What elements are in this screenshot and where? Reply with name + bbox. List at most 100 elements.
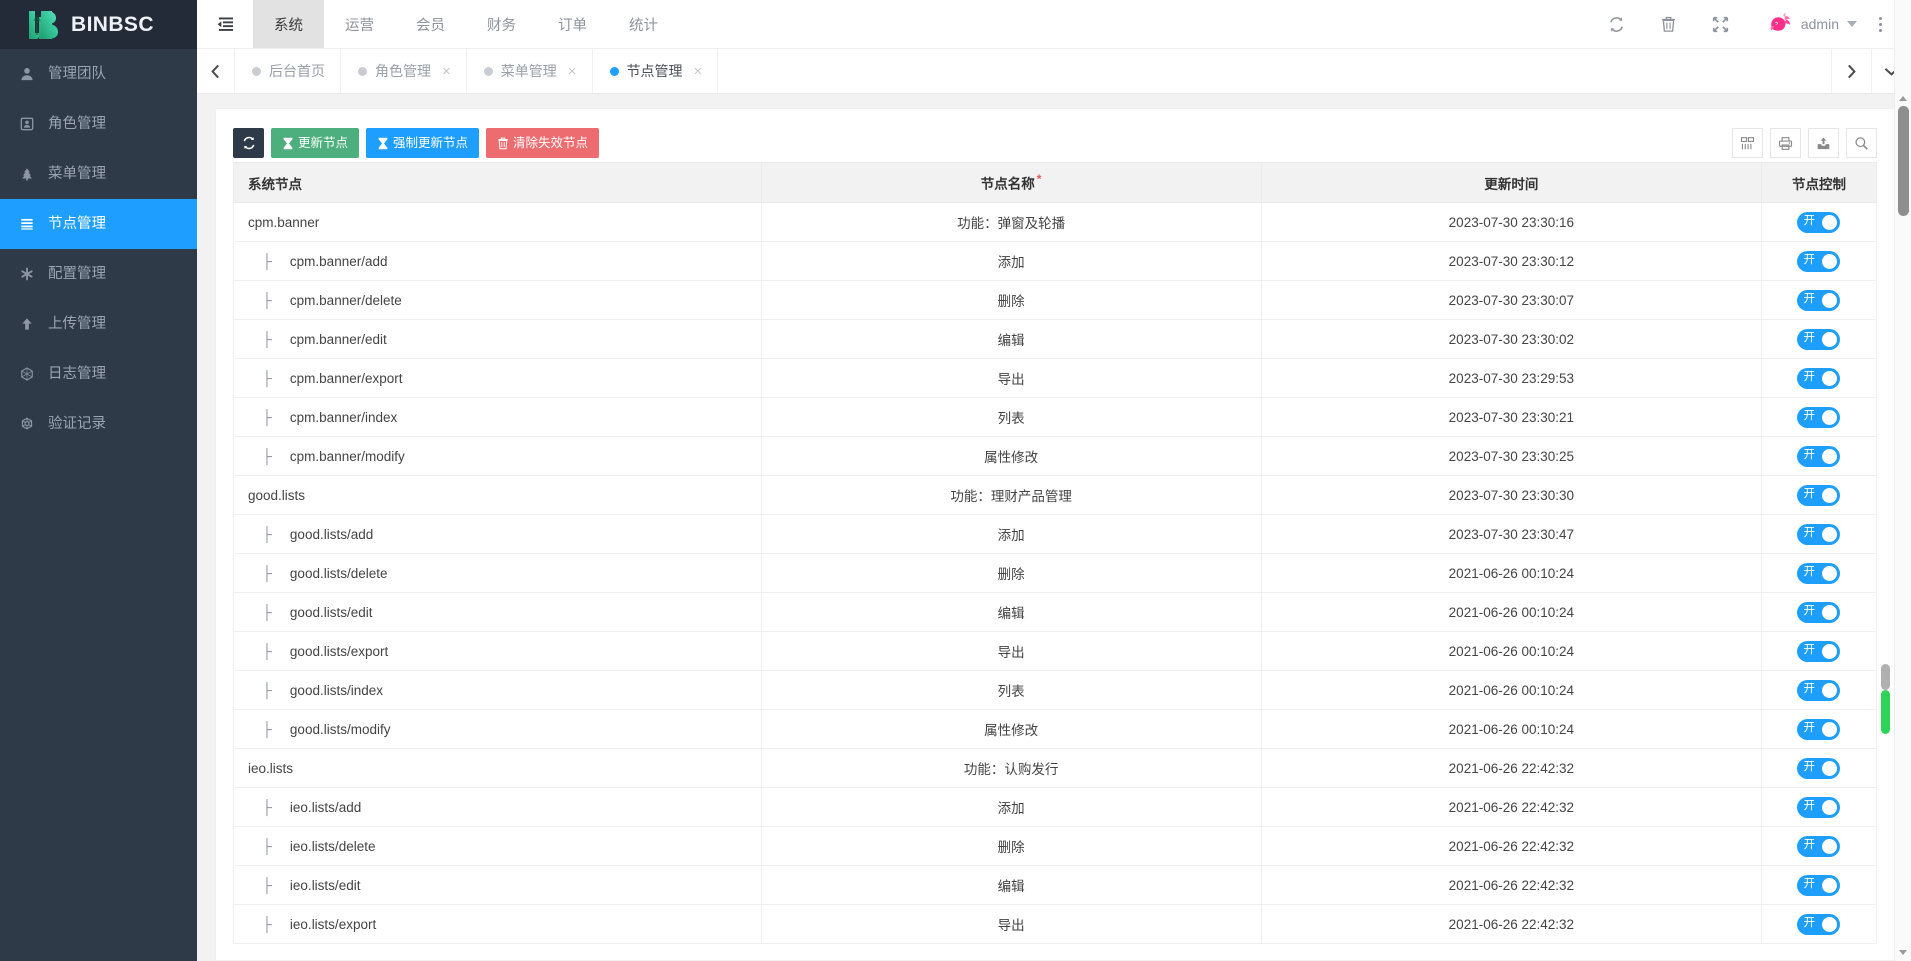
table-row[interactable]: ├cpm.banner/export导出2023-07-30 23:29:53开: [234, 359, 1877, 398]
column-header-time[interactable]: 更新时间: [1261, 163, 1761, 203]
sidebar-item-log-manage[interactable]: 日志管理: [0, 349, 197, 399]
table-scrollbar[interactable]: [1881, 204, 1891, 961]
menu-collapse-icon[interactable]: [197, 0, 253, 48]
node-toggle-switch[interactable]: 开: [1797, 914, 1840, 935]
node-toggle-switch[interactable]: 开: [1797, 719, 1840, 740]
tab-status-dot: [610, 67, 619, 76]
table-row[interactable]: cpm.banner功能：弹窗及轮播2023-07-30 23:30:16开: [234, 203, 1877, 242]
node-toggle-switch[interactable]: 开: [1797, 290, 1840, 311]
content-area: 更新节点 强制更新节点: [197, 94, 1911, 961]
sidebar-item-manage-team[interactable]: 管理团队: [0, 49, 197, 99]
node-toggle-switch[interactable]: 开: [1797, 758, 1840, 779]
sidebar: BINBSC 管理团队 角色管理 菜单管理: [0, 0, 197, 961]
search-icon[interactable]: [1846, 128, 1877, 158]
tab-scroll-left-icon[interactable]: [197, 49, 235, 93]
cell-update-time: 2023-07-30 23:30:12: [1261, 242, 1761, 281]
column-header-name[interactable]: 节点名称*: [761, 163, 1261, 203]
sidebar-item-config-manage[interactable]: 配置管理: [0, 249, 197, 299]
sidebar-item-upload-manage[interactable]: 上传管理: [0, 299, 197, 349]
node-toggle-switch[interactable]: 开: [1797, 563, 1840, 584]
scroll-up-arrow-icon[interactable]: [1899, 96, 1907, 101]
table-row[interactable]: ├cpm.banner/add添加2023-07-30 23:30:12开: [234, 242, 1877, 281]
table-row[interactable]: ├good.lists/export导出2021-06-26 00:10:24开: [234, 632, 1877, 671]
node-toggle-switch[interactable]: 开: [1797, 212, 1840, 233]
user-menu[interactable]: admin: [1747, 10, 1863, 38]
table-row[interactable]: ├good.lists/edit编辑2021-06-26 00:10:24开: [234, 593, 1877, 632]
table-row[interactable]: ├ieo.lists/add添加2021-06-26 22:42:32开: [234, 788, 1877, 827]
vertical-dots-icon[interactable]: [1863, 0, 1897, 49]
scroll-down-arrow-icon[interactable]: [1899, 950, 1907, 955]
tree-branch-icon: ├: [262, 877, 272, 893]
node-toggle-switch[interactable]: 开: [1797, 797, 1840, 818]
tab-close-icon[interactable]: ×: [442, 64, 451, 79]
node-toggle-switch[interactable]: 开: [1797, 602, 1840, 623]
table-scrollbar-thumb-upper[interactable]: [1881, 664, 1890, 690]
node-toggle-switch[interactable]: 开: [1797, 680, 1840, 701]
node-path: good.lists: [248, 488, 305, 503]
node-toggle-switch[interactable]: 开: [1797, 251, 1840, 272]
column-header-control[interactable]: 节点控制: [1761, 163, 1876, 203]
table-row[interactable]: ├good.lists/index列表2021-06-26 00:10:24开: [234, 671, 1877, 710]
tab-node-manage[interactable]: 节点管理 ×: [593, 49, 719, 93]
top-menu-item-statistics[interactable]: 统计: [608, 0, 679, 48]
top-menu-item-operations[interactable]: 运营: [324, 0, 395, 48]
page-scrollbar[interactable]: [1894, 0, 1911, 961]
tab-role-manage[interactable]: 角色管理 ×: [341, 49, 467, 93]
sidebar-item-verify-record[interactable]: 验证记录: [0, 399, 197, 449]
page-scrollbar-thumb[interactable]: [1898, 106, 1909, 216]
node-toggle-switch[interactable]: 开: [1797, 641, 1840, 662]
force-update-node-button[interactable]: 强制更新节点: [366, 128, 479, 158]
table-row[interactable]: ├cpm.banner/delete删除2023-07-30 23:30:07开: [234, 281, 1877, 320]
column-label: 节点名称: [981, 177, 1035, 192]
top-menu-item-finance[interactable]: 财务: [466, 0, 537, 48]
node-toggle-switch[interactable]: 开: [1797, 485, 1840, 506]
table-row[interactable]: ├ieo.lists/export导出2021-06-26 22:42:32开: [234, 905, 1877, 944]
table-row[interactable]: ├good.lists/delete删除2021-06-26 00:10:24开: [234, 554, 1877, 593]
table-row[interactable]: ├good.lists/add添加2023-07-30 23:30:47开: [234, 515, 1877, 554]
print-icon[interactable]: [1770, 128, 1801, 158]
refresh-icon[interactable]: [1591, 0, 1643, 49]
node-path: ieo.lists/add: [290, 800, 361, 815]
node-toggle-switch[interactable]: 开: [1797, 875, 1840, 896]
trash-icon[interactable]: [1643, 0, 1695, 49]
sidebar-item-menu-manage[interactable]: 菜单管理: [0, 149, 197, 199]
export-icon[interactable]: [1808, 128, 1839, 158]
toggle-label: 开: [1803, 528, 1815, 540]
tab-menu-manage[interactable]: 菜单管理 ×: [467, 49, 593, 93]
table-row[interactable]: ├cpm.banner/modify属性修改2023-07-30 23:30:2…: [234, 437, 1877, 476]
column-header-node[interactable]: 系统节点: [234, 163, 762, 203]
fullscreen-icon[interactable]: [1695, 0, 1747, 49]
cell-node-control: 开: [1761, 827, 1876, 866]
refresh-table-button[interactable]: [233, 128, 264, 158]
update-node-button[interactable]: 更新节点: [271, 128, 359, 158]
sidebar-item-node-manage[interactable]: 节点管理: [0, 199, 197, 249]
sidebar-item-role-manage[interactable]: 角色管理: [0, 99, 197, 149]
node-toggle-switch[interactable]: 开: [1797, 446, 1840, 467]
table-row[interactable]: ├ieo.lists/edit编辑2021-06-26 22:42:32开: [234, 866, 1877, 905]
top-menu-item-members[interactable]: 会员: [395, 0, 466, 48]
top-menu-item-system[interactable]: 系统: [253, 0, 324, 48]
node-toggle-switch[interactable]: 开: [1797, 524, 1840, 545]
table-scrollbar-thumb[interactable]: [1881, 690, 1890, 734]
columns-icon[interactable]: [1732, 128, 1763, 158]
node-toggle-switch[interactable]: 开: [1797, 836, 1840, 857]
table-row[interactable]: ├cpm.banner/edit编辑2023-07-30 23:30:02开: [234, 320, 1877, 359]
node-toggle-switch[interactable]: 开: [1797, 329, 1840, 350]
top-menu-item-orders[interactable]: 订单: [537, 0, 608, 48]
table-row[interactable]: ├ieo.lists/delete删除2021-06-26 22:42:32开: [234, 827, 1877, 866]
main-area: 系统 运营 会员 财务 订单 统计: [197, 0, 1911, 961]
tab-close-icon[interactable]: ×: [694, 64, 703, 79]
toggle-knob: [1822, 215, 1837, 230]
brand-logo[interactable]: BINBSC: [0, 0, 197, 49]
tab-close-icon[interactable]: ×: [568, 64, 577, 79]
table-row[interactable]: ieo.lists功能：认购发行2021-06-26 22:42:32开: [234, 749, 1877, 788]
clear-invalid-node-button[interactable]: 清除失效节点: [486, 128, 599, 158]
force-update-node-label: 强制更新节点: [393, 137, 468, 150]
tab-home[interactable]: 后台首页: [235, 49, 341, 93]
node-toggle-switch[interactable]: 开: [1797, 368, 1840, 389]
tab-scroll-right-icon[interactable]: [1831, 49, 1871, 93]
table-row[interactable]: ├good.lists/modify属性修改2021-06-26 00:10:2…: [234, 710, 1877, 749]
node-toggle-switch[interactable]: 开: [1797, 407, 1840, 428]
table-row[interactable]: good.lists功能：理财产品管理2023-07-30 23:30:30开: [234, 476, 1877, 515]
table-row[interactable]: ├cpm.banner/index列表2023-07-30 23:30:21开: [234, 398, 1877, 437]
